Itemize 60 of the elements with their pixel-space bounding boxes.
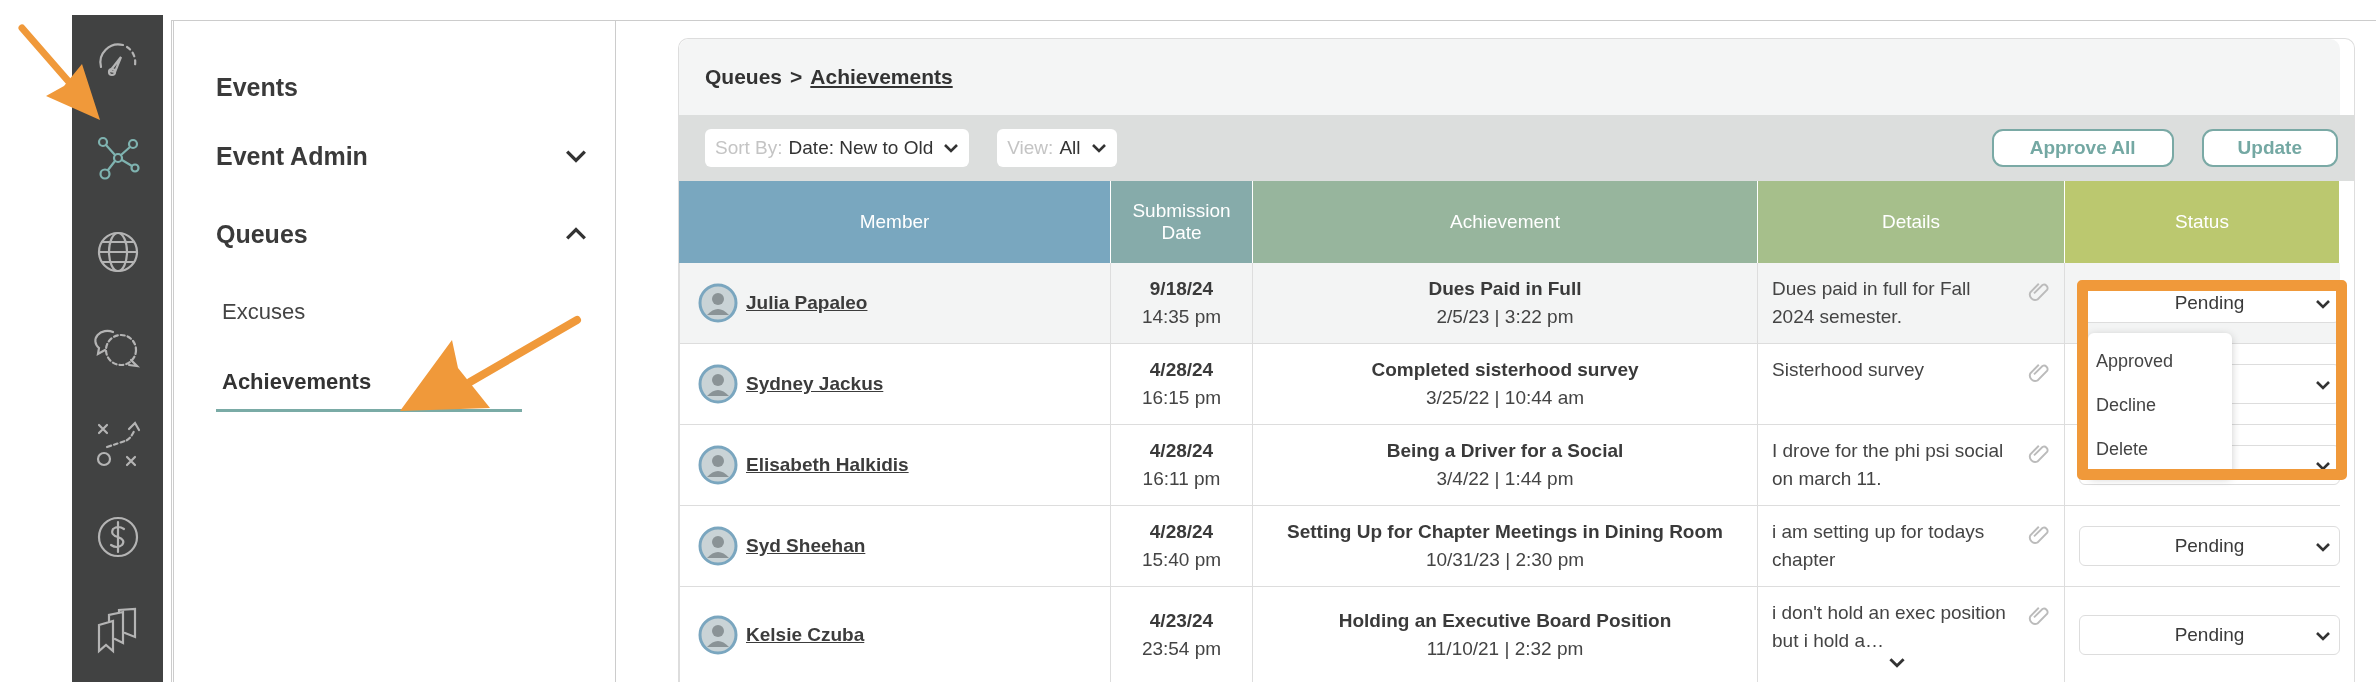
menu-option[interactable]: Decline <box>2088 383 2232 427</box>
achievement-date: 11/10/21 | 2:32 pm <box>1426 638 1584 660</box>
chevron-down-icon <box>2315 299 2331 309</box>
nav-subitem[interactable]: Excuses <box>216 273 522 343</box>
submission-time: 15:40 pm <box>1141 549 1222 571</box>
sort-dropdown[interactable]: Sort By: Date: New to Old <box>705 129 970 167</box>
achievement-title: Being a Driver for a Social <box>1386 440 1624 462</box>
details-text: I drove for the phi psi social on march 11. <box>1772 439 2005 491</box>
details-text: Sisterhood survey <box>1772 358 1926 382</box>
submission-time: 23:54 pm <box>1141 638 1222 660</box>
breadcrumb-separator: > <box>790 65 803 89</box>
nav-item[interactable]: Queues <box>216 195 587 273</box>
achievement-title: Dues Paid in Full <box>1428 278 1582 300</box>
member-link[interactable]: Elisabeth Halkidis <box>746 454 909 476</box>
submission-time: 14:35 pm <box>1141 306 1222 328</box>
achievement-date: 2/5/23 | 3:22 pm <box>1436 306 1574 328</box>
submission-time: 16:15 pm <box>1141 387 1222 409</box>
column-header: Submission Date <box>1111 181 1253 263</box>
status-dropdown[interactable]: Pending <box>2079 615 2340 655</box>
submission-date: 4/28/24 <box>1149 521 1214 543</box>
member-link[interactable]: Kelsie Czuba <box>746 624 865 646</box>
submission-date: 9/18/24 <box>1149 278 1214 300</box>
column-header: Details <box>1758 181 2065 263</box>
view-dropdown[interactable]: View: All <box>997 129 1117 167</box>
chevron-down-icon <box>943 143 960 153</box>
status-dropdown[interactable]: Pending <box>2079 526 2340 566</box>
submission-date: 4/23/24 <box>1149 610 1214 632</box>
nav-item[interactable]: Event Admin <box>216 117 587 195</box>
breadcrumb-parent[interactable]: Queues <box>705 65 783 89</box>
submission-date: 4/28/24 <box>1149 440 1214 462</box>
nav-item[interactable]: Events <box>216 57 587 117</box>
avatar-icon <box>698 615 738 655</box>
achievement-date: 3/25/22 | 10:44 am <box>1425 387 1585 409</box>
achievement-title: Holding an Executive Board Position <box>1338 610 1672 632</box>
expand-chevron-icon[interactable] <box>1888 657 1906 668</box>
achievement-title: Completed sisterhood survey <box>1371 359 1639 381</box>
submission-date: 4/28/24 <box>1149 359 1214 381</box>
avatar-icon <box>698 526 738 566</box>
achievement-title: Setting Up for Chapter Meetings in Dining Room <box>1287 521 1723 543</box>
member-link[interactable]: Julia Papaleo <box>746 292 868 314</box>
member-link[interactable]: Sydney Jackus <box>746 373 884 395</box>
chevron-down-icon <box>2315 631 2331 641</box>
chevron-down-icon <box>1090 143 1107 153</box>
details-text: Dues paid in full for Fall 2024 semester. <box>1772 277 1972 329</box>
achievement-date: 10/31/23 | 2:30 pm <box>1425 549 1585 571</box>
details-text: i am setting up for todays chapter <box>1772 520 1986 572</box>
column-header: Member <box>679 181 1111 263</box>
avatar-icon <box>698 445 738 485</box>
achievement-date: 3/4/22 | 1:44 pm <box>1436 468 1574 490</box>
breadcrumb-current[interactable]: Achievements <box>810 65 953 89</box>
column-header: Achievement <box>1253 181 1758 263</box>
member-link[interactable]: Syd Sheehan <box>746 535 866 557</box>
column-header: Status <box>2065 181 2340 263</box>
avatar-icon <box>698 364 738 404</box>
chevron-down-icon <box>2315 461 2331 471</box>
chevron-down-icon <box>2315 542 2331 552</box>
chevron-down-icon <box>2315 380 2331 390</box>
details-text: i don't hold an exec position but i hold a… <box>1772 601 2007 653</box>
avatar-icon <box>698 283 738 323</box>
submission-time: 16:11 pm <box>1142 468 1221 490</box>
